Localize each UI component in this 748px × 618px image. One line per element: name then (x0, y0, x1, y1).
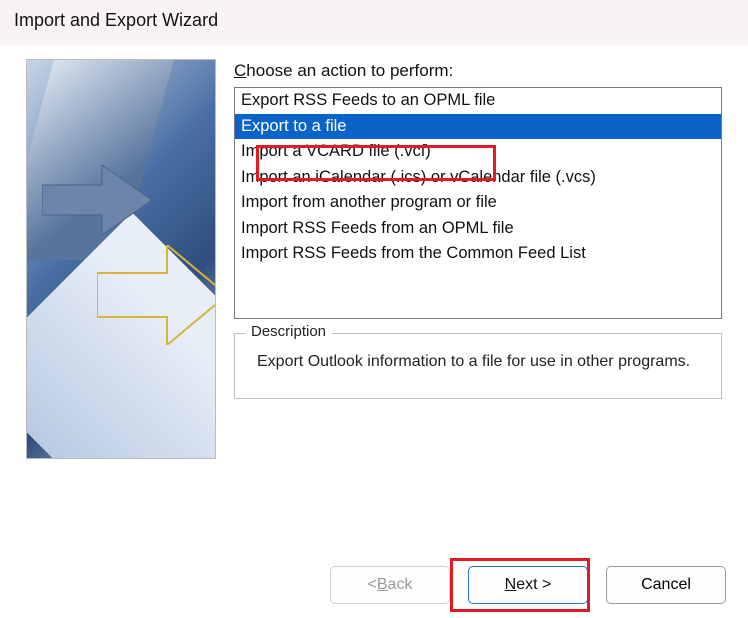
action-listbox[interactable]: Export RSS Feeds to an OPML fileExport t… (234, 87, 722, 319)
next-suffix: ext > (516, 576, 551, 594)
wizard-illustration (26, 59, 216, 459)
list-item[interactable]: Export to a file (235, 114, 721, 140)
action-prompt-label: Choose an action to perform: (234, 61, 722, 81)
list-item[interactable]: Export RSS Feeds to an OPML file (235, 88, 721, 114)
back-prefix: < (368, 576, 377, 594)
description-group: Description Export Outlook information t… (234, 333, 722, 399)
list-item[interactable]: Import RSS Feeds from an OPML file (235, 216, 721, 242)
back-button: < Back (330, 566, 450, 604)
prompt-text: hoose an action to perform: (246, 61, 453, 80)
wizard-body: Choose an action to perform: Export RSS … (0, 45, 748, 467)
list-item[interactable]: Import a VCARD file (.vcf) (235, 139, 721, 165)
list-item[interactable]: Import from another program or file (235, 190, 721, 216)
wizard-right-column: Choose an action to perform: Export RSS … (234, 59, 722, 459)
prompt-access-key: C (234, 61, 246, 80)
next-button[interactable]: Next > (468, 566, 588, 604)
description-legend: Description (245, 323, 332, 340)
cancel-button[interactable]: Cancel (606, 566, 726, 604)
back-access-key: B (377, 576, 388, 594)
list-item[interactable]: Import RSS Feeds from the Common Feed Li… (235, 241, 721, 267)
next-access-key: N (505, 576, 517, 594)
description-text: Export Outlook information to a file for… (249, 346, 707, 374)
window-title: Import and Export Wizard (0, 0, 748, 45)
wizard-button-row: < Back Next > Cancel (330, 566, 726, 604)
list-item[interactable]: Import an iCalendar (.ics) or vCalendar … (235, 165, 721, 191)
back-suffix: ack (388, 576, 413, 594)
